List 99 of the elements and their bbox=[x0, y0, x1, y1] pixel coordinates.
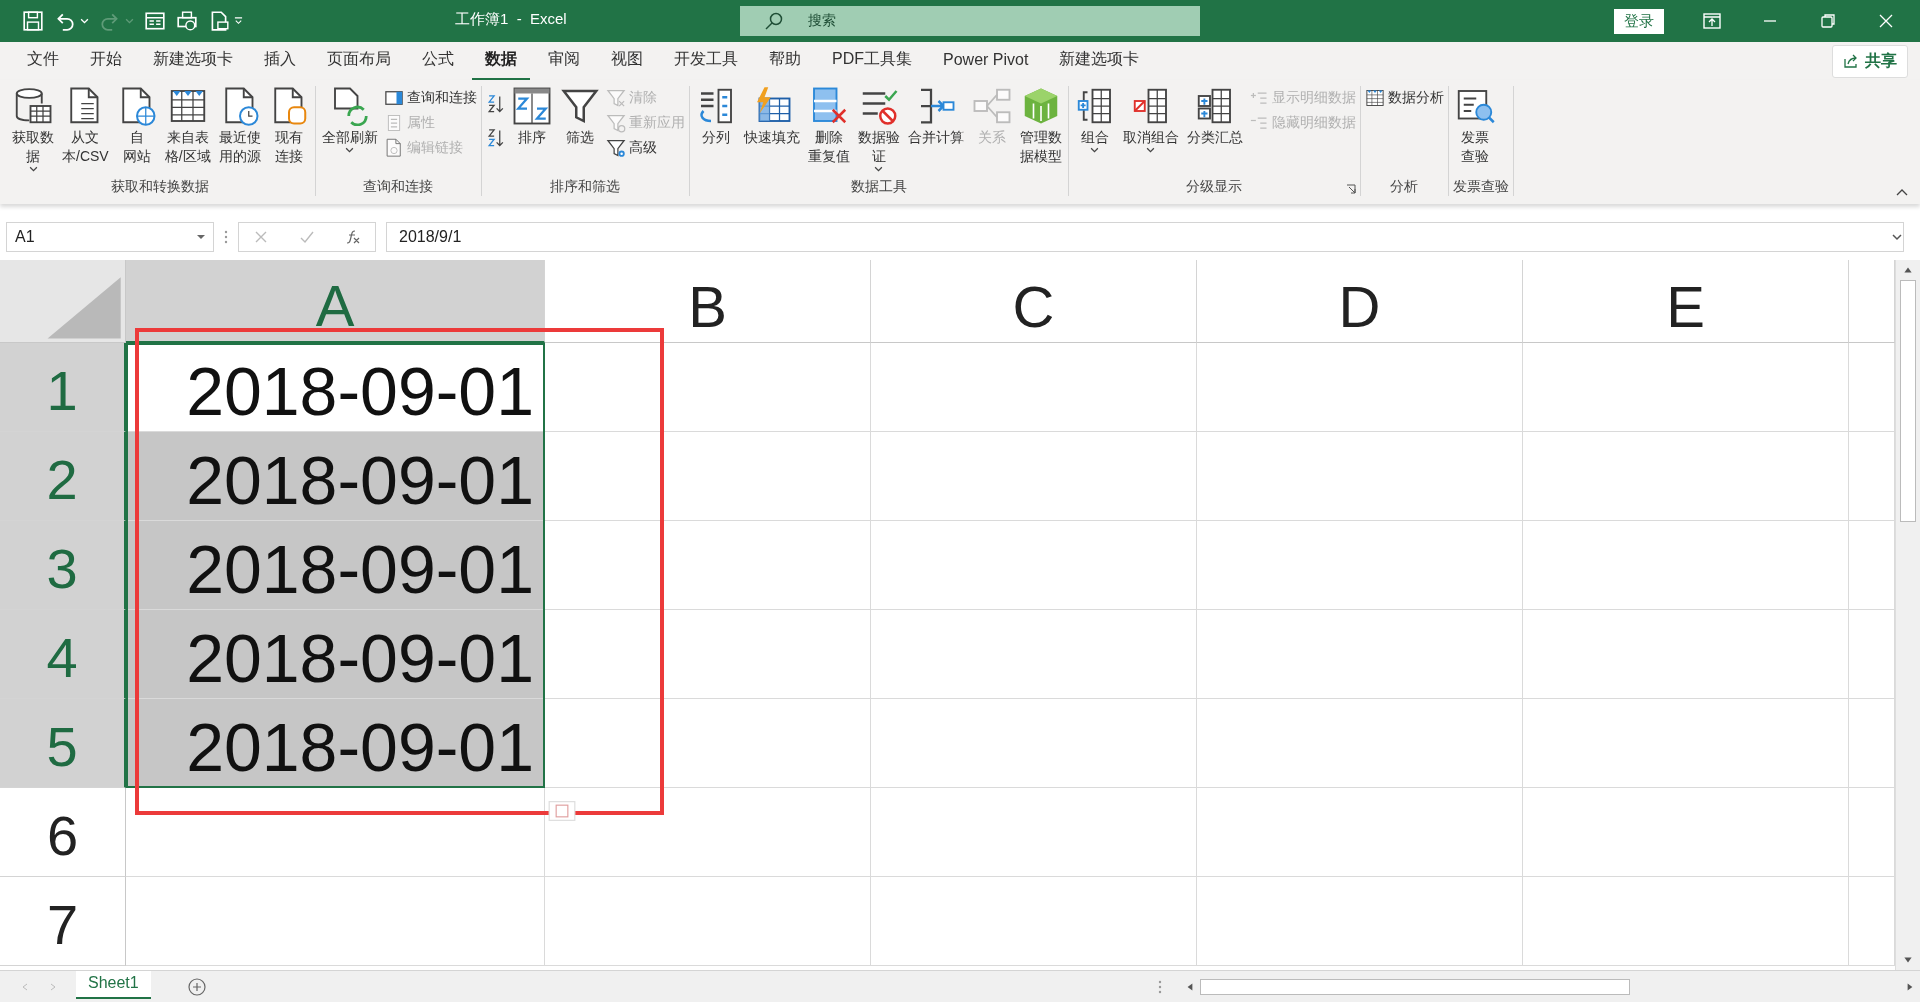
group-label: 分析 bbox=[1390, 178, 1419, 196]
row-header[interactable]: 5 bbox=[0, 699, 126, 788]
column-header[interactable]: B bbox=[545, 260, 871, 343]
restore-icon[interactable] bbox=[1818, 11, 1838, 31]
function-icon[interactable] bbox=[345, 229, 361, 245]
ribbon-button[interactable]: 管理数据模型 bbox=[1017, 86, 1064, 178]
table-cell: 2018-09-01 bbox=[126, 699, 545, 788]
dialog-launcher-icon[interactable] bbox=[1345, 184, 1356, 194]
ribbon-button[interactable]: 现有连接 bbox=[266, 86, 311, 178]
ribbon-button[interactable]: 发票查验 bbox=[1452, 86, 1497, 178]
ribbon-tab[interactable]: 开发工具 bbox=[661, 41, 751, 81]
table-cell: 2018-09-01 bbox=[126, 521, 545, 610]
ribbon-button[interactable]: 高级 bbox=[605, 138, 685, 158]
vertical-scrollbar[interactable] bbox=[1895, 260, 1920, 970]
scrollbar-thumb[interactable] bbox=[1200, 978, 1630, 995]
form-icon[interactable] bbox=[144, 10, 166, 32]
column-header[interactable]: E bbox=[1523, 260, 1849, 343]
ribbon-tab[interactable]: 新建选项卡 bbox=[1046, 41, 1153, 81]
sign-in-button[interactable]: 登录 bbox=[1614, 8, 1664, 34]
ribbon-button[interactable]: 最近使用的源 bbox=[216, 86, 263, 178]
filter-clear-icon bbox=[605, 88, 626, 108]
ribbon-button[interactable]: 筛选 bbox=[557, 86, 602, 178]
relations-icon bbox=[971, 86, 1012, 126]
column-header[interactable]: A bbox=[126, 260, 545, 343]
row-header[interactable]: 6 bbox=[0, 788, 126, 877]
ribbon-button[interactable]: 来自表格/区域 bbox=[162, 86, 213, 178]
ribbon-button[interactable]: 获取数据 bbox=[10, 86, 56, 178]
ribbon-tab[interactable]: 文件 bbox=[14, 41, 72, 81]
save-icon[interactable] bbox=[22, 10, 44, 32]
sort-descending-icon bbox=[485, 128, 506, 148]
ribbon-tab[interactable]: 帮助 bbox=[756, 41, 814, 81]
sort-descending-button[interactable] bbox=[485, 128, 506, 148]
ribbon-button[interactable]: 分列 bbox=[693, 86, 738, 178]
caret-icon bbox=[197, 234, 205, 240]
ribbon-button[interactable]: 合并计算 bbox=[905, 86, 966, 178]
ribbon-tab[interactable]: Power Pivot bbox=[930, 42, 1042, 80]
table-cell: 2018-09-01 bbox=[126, 432, 545, 521]
ribbon-button[interactable]: 排序 bbox=[509, 86, 554, 178]
search-field[interactable]: 搜索 bbox=[740, 6, 1200, 36]
row-header[interactable]: 1 bbox=[0, 343, 126, 432]
printer-check-icon[interactable] bbox=[176, 10, 198, 32]
window-title: 工作簿1 - Excel bbox=[455, 10, 567, 29]
ribbon-tab[interactable]: 审阅 bbox=[535, 41, 593, 81]
ribbon-button[interactable]: 数据分析 bbox=[1364, 88, 1444, 108]
ribbon-tab[interactable]: 页面布局 bbox=[314, 41, 404, 81]
filter-gear-icon bbox=[605, 138, 626, 158]
formula-field[interactable]: 2018/9/1 bbox=[386, 222, 1904, 252]
row-header[interactable]: 2 bbox=[0, 432, 126, 521]
sort-ascending-icon bbox=[485, 94, 506, 114]
ribbon-button[interactable]: 自网站 bbox=[114, 86, 159, 178]
ribbon-tab[interactable]: 公式 bbox=[409, 41, 467, 81]
table-icon bbox=[1364, 88, 1385, 108]
row-header[interactable]: 3 bbox=[0, 521, 126, 610]
ribbon-button[interactable]: 取消组合 bbox=[1120, 86, 1181, 178]
ribbon-display-icon[interactable] bbox=[1702, 11, 1722, 31]
ribbon-button[interactable]: 删除重复值 bbox=[805, 86, 852, 178]
check-icon[interactable] bbox=[299, 229, 315, 245]
sort-icon bbox=[511, 86, 552, 126]
drag-handle-icon[interactable] bbox=[224, 230, 228, 244]
scrollbar-thumb[interactable] bbox=[1900, 280, 1916, 522]
ribbon-tab[interactable]: PDF工具集 bbox=[819, 41, 925, 81]
caret-icon[interactable] bbox=[80, 16, 89, 26]
group-label: 数据工具 bbox=[850, 178, 907, 196]
ribbon-button[interactable]: 从文本/CSV bbox=[60, 86, 111, 178]
column-header[interactable]: C bbox=[871, 260, 1197, 343]
search-icon bbox=[764, 11, 784, 31]
ribbon-button[interactable]: 数据验证 bbox=[855, 86, 902, 178]
sheet-tab[interactable]: Sheet1 bbox=[76, 970, 151, 999]
ribbon-button[interactable]: 全部刷新 bbox=[319, 86, 380, 178]
customize-caret-icon[interactable] bbox=[234, 16, 243, 26]
ribbon-tab[interactable]: 开始 bbox=[77, 41, 135, 81]
splitter-handle-icon[interactable] bbox=[1158, 979, 1162, 994]
name-box[interactable]: A1 bbox=[6, 222, 214, 252]
panel-icon bbox=[383, 88, 404, 108]
table-cell: 2018-09-01 bbox=[126, 610, 545, 699]
ribbon-button[interactable]: 查询和连接 bbox=[383, 88, 477, 108]
group-label: 分级显示 bbox=[1186, 178, 1243, 196]
filter-refresh-icon bbox=[605, 113, 626, 133]
share-button[interactable]: 共享 bbox=[1832, 44, 1908, 78]
collapse-ribbon-icon[interactable] bbox=[1896, 188, 1908, 196]
group-label: 发票查验 bbox=[1452, 178, 1509, 196]
ribbon-button[interactable]: 快速填充 bbox=[741, 86, 802, 178]
group-label: 查询和连接 bbox=[363, 178, 434, 196]
ribbon-button[interactable]: 分类汇总 bbox=[1184, 86, 1245, 178]
share-icon bbox=[1843, 53, 1859, 69]
ribbon-tab[interactable]: 视图 bbox=[598, 41, 656, 81]
ribbon-tab[interactable]: 新建选项卡 bbox=[140, 41, 246, 81]
add-sheet-icon[interactable] bbox=[186, 976, 207, 997]
link-document-icon bbox=[383, 138, 404, 158]
group-label: 排序和筛选 bbox=[550, 178, 621, 196]
ribbon-button[interactable]: 组合 bbox=[1072, 86, 1117, 178]
row-header[interactable]: 4 bbox=[0, 610, 126, 699]
column-header[interactable]: D bbox=[1197, 260, 1523, 343]
ribbon-tab[interactable]: 插入 bbox=[251, 41, 309, 81]
group-label: 获取和转换数据 bbox=[111, 178, 210, 196]
expand-caret-icon[interactable] bbox=[1892, 233, 1902, 241]
sort-ascending-button[interactable] bbox=[485, 94, 506, 114]
row-header[interactable]: 7 bbox=[0, 877, 126, 966]
database-table-icon bbox=[13, 86, 53, 126]
